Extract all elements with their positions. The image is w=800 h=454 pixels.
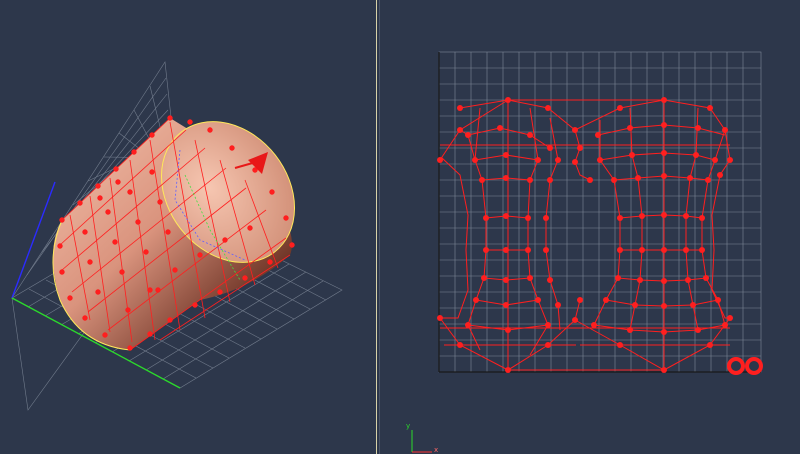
axis-y-label: y — [406, 422, 410, 430]
axis-x-label: x — [434, 446, 438, 454]
perspective-canvas[interactable] — [0, 0, 376, 454]
front-canvas[interactable]: y x — [380, 0, 800, 454]
view-lock-icon[interactable] — [727, 357, 763, 375]
modeling-app: y x — [0, 0, 800, 454]
cylinder-mesh[interactable] — [52, 95, 322, 351]
perspective-viewport[interactable] — [0, 0, 376, 454]
front-control-points[interactable] — [437, 97, 733, 373]
axis-indicator: y x — [406, 422, 438, 454]
z-axis-line — [11, 181, 56, 299]
front-viewport[interactable]: y x — [380, 0, 800, 454]
